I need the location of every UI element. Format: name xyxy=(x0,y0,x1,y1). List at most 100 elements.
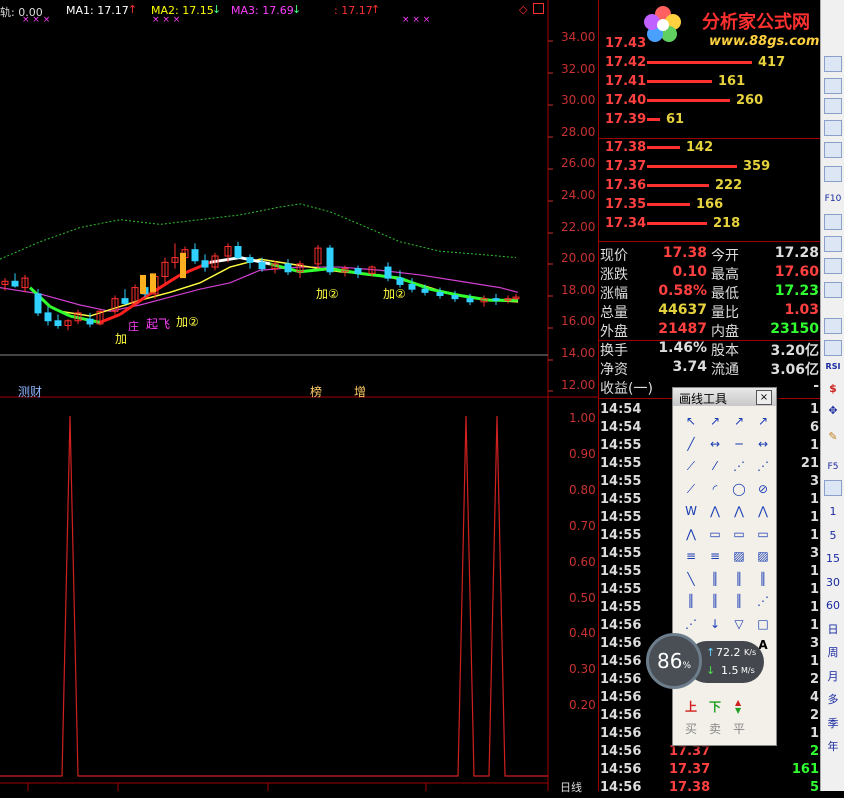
box-tool[interactable]: ▭ xyxy=(705,525,725,543)
period-button[interactable]: 年 xyxy=(823,738,843,756)
rectangle-tool[interactable]: □ xyxy=(753,615,773,633)
peak-tool[interactable]: ⋀ xyxy=(705,502,725,520)
book-row[interactable]: 17.43 xyxy=(605,36,815,55)
table-icon[interactable] xyxy=(824,98,842,114)
slope-tool[interactable]: ╲ xyxy=(681,570,701,588)
text-note-tool[interactable]: ⁄ xyxy=(705,457,725,475)
palette-titlebar[interactable]: 画线工具 × xyxy=(673,388,776,406)
period-button[interactable]: 30 xyxy=(823,574,843,592)
f10-button[interactable]: F10 xyxy=(823,190,843,208)
circle-tool[interactable]: ◯ xyxy=(729,480,749,498)
vertical-line-tool[interactable]: ⟋ xyxy=(681,457,701,475)
period-button[interactable]: 1 xyxy=(823,503,843,521)
select-tool[interactable]: ↖ xyxy=(681,412,701,430)
down-tool[interactable]: ↓ xyxy=(705,615,725,633)
period-button[interactable]: 多 xyxy=(823,691,843,709)
tick-row[interactable]: 14:56 17.37 161 xyxy=(599,762,821,780)
event-zeng[interactable]: 增 xyxy=(354,383,366,400)
refresh-icon[interactable] xyxy=(824,480,842,496)
ga-tool[interactable]: ⋀ xyxy=(753,502,773,520)
arc-tool[interactable]: ◜ xyxy=(705,480,725,498)
ray-tool[interactable]: ↗ xyxy=(705,412,725,430)
down-arrow-tool[interactable]: 下 xyxy=(705,698,725,716)
diamond-icon[interactable]: ◇ xyxy=(519,3,527,16)
up-arrow-tool[interactable]: 上 xyxy=(681,698,701,716)
book-row[interactable]: 17.36 222 xyxy=(605,178,815,197)
info-icon[interactable] xyxy=(824,236,842,252)
dollar-icon[interactable]: $ xyxy=(823,380,843,398)
arrow-down-icon[interactable] xyxy=(824,56,842,72)
close-icon[interactable]: × xyxy=(756,390,772,405)
event-bang[interactable]: 榜 xyxy=(310,383,322,400)
event-ce[interactable]: 测 xyxy=(18,383,30,400)
forbid-tool[interactable]: ⊘ xyxy=(753,480,773,498)
segment-tool[interactable]: ╱ xyxy=(681,435,701,453)
period-tool[interactable]: ║ xyxy=(681,592,701,610)
drawing-tool-palette[interactable]: 画线工具 × ↖ ↗ ↗ ↗ ╱ ↔ ─ ↔ ⟋ ⁄ ⋰ ⋰ ⟋ ◜ ◯ ⊘ W ⋀ ⋀ ⋀ ⋀ ▭ ▭ ▭ ≡ ≡ ▨ ▨ ╲ ║ ║ ║ ║… xyxy=(672,387,777,746)
move-icon[interactable]: ✥ xyxy=(823,402,843,420)
grid-icon[interactable] xyxy=(824,78,842,94)
maximize-icon[interactable] xyxy=(533,3,544,14)
triangle-tool[interactable]: ▽ xyxy=(729,615,749,633)
cycle-tool[interactable]: ║ xyxy=(705,570,725,588)
period-button[interactable]: 15 xyxy=(823,550,843,568)
book-row[interactable]: 17.34 218 xyxy=(605,216,815,235)
window-icon[interactable] xyxy=(824,340,842,356)
book-row[interactable]: 17.35 166 xyxy=(605,197,815,216)
pencil-icon[interactable]: ✎ xyxy=(823,428,843,446)
period-button[interactable]: 季 xyxy=(823,715,843,733)
tick-row[interactable]: 14:56 17.38 5 xyxy=(599,780,821,798)
book-row[interactable]: 17.39 61 xyxy=(605,112,815,131)
period-button[interactable]: 5 xyxy=(823,527,843,545)
document-icon[interactable] xyxy=(824,166,842,182)
double-arrow-tool[interactable]: ↔ xyxy=(753,435,773,453)
book-row[interactable]: 17.42 417 xyxy=(605,55,815,74)
chart-area[interactable]: 轨: 0.00 MA1: 17.17 ↑ MA2: 17.15 ↓ MA3: 1… xyxy=(0,0,598,794)
arrow-line-tool[interactable]: ↗ xyxy=(753,412,773,430)
tick-row[interactable]: 14:56 17.37 2 xyxy=(599,744,821,762)
rsi-button[interactable]: RSI xyxy=(823,358,843,376)
box3-tool[interactable]: ▭ xyxy=(753,525,773,543)
period-label[interactable]: 日线 xyxy=(560,779,582,795)
bars-icon[interactable] xyxy=(824,318,842,334)
period-button[interactable]: 周 xyxy=(823,644,843,662)
period-button[interactable]: 月 xyxy=(823,668,843,686)
grid2-tool[interactable]: ▨ xyxy=(753,547,773,565)
notes-icon[interactable] xyxy=(824,214,842,230)
lines-tool[interactable]: ≡ xyxy=(681,547,701,565)
period-button[interactable]: 60 xyxy=(823,597,843,615)
book-row[interactable]: 17.37 359 xyxy=(605,159,815,178)
angle2-tool[interactable]: ⋰ xyxy=(681,615,701,633)
kline-chart[interactable] xyxy=(0,0,598,791)
bookmark-icon[interactable] xyxy=(824,258,842,274)
period3-tool[interactable]: ║ xyxy=(729,592,749,610)
angle-tool[interactable]: ⋰ xyxy=(753,592,773,610)
book-row[interactable]: 17.41 161 xyxy=(605,74,815,93)
buy-tool[interactable]: 买 xyxy=(681,720,701,738)
lines2-tool[interactable]: ≡ xyxy=(705,547,725,565)
cycle2-tool[interactable]: ║ xyxy=(729,570,749,588)
box2-tool[interactable]: ▭ xyxy=(729,525,749,543)
level-arrow-tool[interactable]: ▲ ▼ xyxy=(729,698,749,716)
horizontal-ray-tool[interactable]: ↔ xyxy=(705,435,725,453)
grid-tool[interactable]: ▨ xyxy=(729,547,749,565)
candle-icon[interactable] xyxy=(824,142,842,158)
f5-button[interactable]: F5 xyxy=(823,458,843,476)
line-tool[interactable]: ↗ xyxy=(729,412,749,430)
book-row[interactable]: 17.40 260 xyxy=(605,93,815,112)
book-row[interactable]: 17.38 142 xyxy=(605,140,815,159)
calendar-icon[interactable] xyxy=(824,282,842,298)
sell-tool[interactable]: 卖 xyxy=(705,720,725,738)
channel-tool[interactable]: ⋰ xyxy=(753,457,773,475)
cycle3-tool[interactable]: ║ xyxy=(753,570,773,588)
wave-tool[interactable]: W xyxy=(681,502,701,520)
net-speed-widget[interactable]: ↑ 72.2 K/s ↓ 1.5 M/s 86% xyxy=(646,633,764,691)
gp-tool[interactable]: ⋀ xyxy=(729,502,749,520)
parallel-tool[interactable]: ⋰ xyxy=(729,457,749,475)
fan-tool[interactable]: ⋀ xyxy=(681,525,701,543)
flat-tool[interactable]: 平 xyxy=(729,720,749,738)
period2-tool[interactable]: ║ xyxy=(705,592,725,610)
horizontal-line-tool[interactable]: ─ xyxy=(729,435,749,453)
event-cai[interactable]: 财 xyxy=(30,383,42,400)
trend-tool[interactable]: ⟋ xyxy=(681,480,701,498)
